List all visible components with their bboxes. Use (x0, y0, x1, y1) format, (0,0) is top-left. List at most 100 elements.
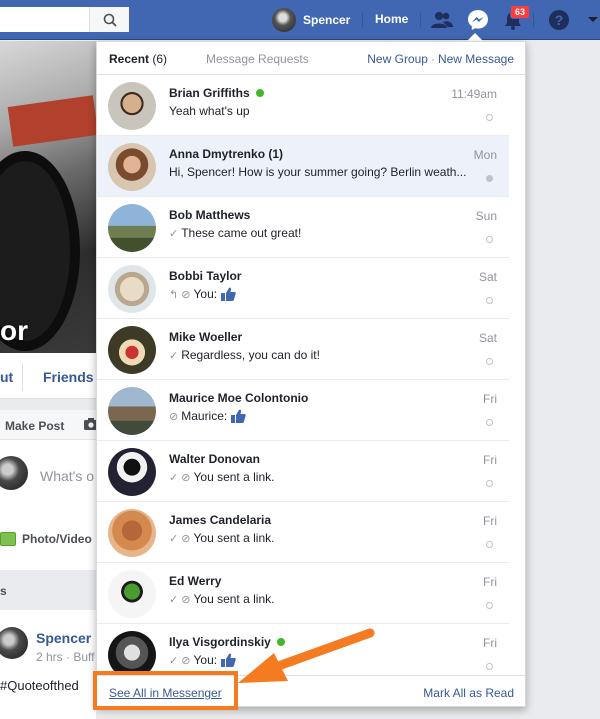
message-time: 11:49am (451, 87, 497, 101)
message-snippet: ⊘ Maurice: (169, 409, 469, 423)
top-navigation-bar: Spencer Home 63 ? (0, 0, 600, 40)
message-snippet: ✓ ⊘ You sent a link. (169, 592, 469, 606)
conversation-name: Ed Werry (169, 574, 221, 588)
message-status-icon: ✓ (169, 227, 179, 240)
conversation-list[interactable]: Brian Griffiths Yeah what's up 11:49am Anna… (97, 75, 509, 673)
conversation-row[interactable]: James Candelaria ✓ ⊘ You sent a link. Fri (97, 502, 509, 563)
mark-read-toggle[interactable] (486, 541, 493, 548)
message-status-icon: ✓ ⊘ (169, 654, 191, 667)
right-column (520, 41, 600, 719)
help-button[interactable]: ? (546, 8, 572, 32)
conversation-row[interactable]: Maurice Moe Colontonio ⊘ Maurice: Fri (97, 380, 509, 441)
conversation-name: James Candelaria (169, 513, 271, 527)
messenger-button[interactable] (465, 8, 491, 32)
mark-read-toggle[interactable] (486, 175, 493, 182)
mark-read-toggle[interactable] (486, 602, 493, 609)
tab-about[interactable]: ut (0, 369, 13, 385)
tab-recent-label: Recent (109, 52, 150, 66)
message-snippet: ↰ ⊘ You: (169, 287, 469, 301)
mark-read-toggle[interactable] (486, 358, 493, 365)
mark-read-toggle[interactable] (486, 114, 493, 121)
message-snippet: Yeah what's up (169, 104, 469, 118)
conversation-name: Brian Griffiths (169, 86, 264, 100)
profile-link[interactable]: Spencer (272, 7, 350, 33)
conversation-name: Anna Dmytrenko (1) (169, 147, 283, 161)
composer-input[interactable]: What's o (40, 468, 94, 484)
message-time: Sun (475, 209, 497, 223)
account-menu-caret[interactable] (588, 17, 598, 22)
contact-name: James Candelaria (169, 513, 272, 527)
scrollbar[interactable] (510, 78, 513, 670)
conversation-row[interactable]: Brian Griffiths Yeah what's up 11:49am (97, 75, 509, 136)
online-status-icon (255, 89, 264, 97)
make-post-tab[interactable]: Make Post (5, 419, 64, 433)
snippet-text: Maurice: (181, 409, 228, 423)
search-input[interactable] (0, 7, 129, 32)
post-hashtag[interactable]: #Quoteofthed (0, 678, 79, 693)
home-link[interactable]: Home (375, 12, 408, 26)
contact-name: Bob Matthews (169, 208, 251, 222)
tab-message-requests[interactable]: Message Requests (206, 52, 309, 66)
message-time: Sat (478, 331, 497, 345)
mark-read-toggle[interactable] (486, 663, 493, 670)
snippet-text: Yeah what's up (169, 104, 250, 118)
nav-divider (533, 12, 534, 28)
photo-video-button[interactable]: Photo/Video (0, 528, 92, 550)
mark-read-toggle[interactable] (486, 480, 493, 487)
header-actions: New Group · New Message (367, 52, 514, 66)
avatar (108, 631, 156, 673)
snippet-text: These came out great! (181, 226, 302, 240)
mark-read-toggle[interactable] (486, 419, 493, 426)
message-time: Fri (483, 575, 497, 589)
snippet-text: You sent a link. (193, 470, 275, 484)
friends-icon (431, 12, 453, 28)
conversation-name: Mike Woeller (169, 330, 242, 344)
mark-read-toggle[interactable] (486, 236, 493, 243)
mark-read-toggle[interactable] (486, 297, 493, 304)
photo-video-label: Photo/Video (22, 532, 92, 546)
snippet-text: You: (193, 287, 218, 301)
snippet-text: Regardless, you can do it! (181, 348, 320, 362)
conversation-row[interactable]: Bob Matthews ✓ These came out great! Sun (97, 197, 509, 258)
avatar (108, 326, 156, 374)
mark-all-read-link[interactable]: Mark All as Read (423, 686, 514, 700)
conversation-row[interactable]: Mike Woeller ✓ Regardless, you can do it! S… (97, 319, 509, 380)
tab-recent[interactable]: Recent (6) (109, 52, 167, 66)
conversation-name: Maurice Moe Colontonio (169, 391, 308, 405)
conversation-row[interactable]: Ed Werry ✓ ⊘ You sent a link. Fri (97, 563, 509, 624)
message-time: Mon (473, 148, 497, 162)
message-status-icon: ✓ ⊘ (169, 471, 191, 484)
conversation-row[interactable]: Walter Donovan ✓ ⊘ You sent a link. Fri (97, 441, 509, 502)
svg-text:?: ? (555, 12, 564, 28)
avatar (108, 509, 156, 557)
avatar (108, 82, 156, 130)
avatar (108, 570, 156, 618)
avatar (0, 627, 28, 659)
message-time: Fri (483, 392, 497, 406)
post-meta: 2 hrs · Buff (36, 650, 95, 664)
thumbs-up-icon (231, 409, 246, 423)
contact-name: Walter Donovan (169, 452, 260, 466)
conversation-row[interactable]: Anna Dmytrenko (1) Hi, Spencer! How is yo… (97, 136, 509, 197)
message-time: Fri (483, 514, 497, 528)
contact-name: Anna Dmytrenko (1) (169, 147, 284, 161)
tab-divider (22, 363, 23, 391)
post-author[interactable]: Spencer (36, 630, 91, 646)
conversation-name: Bob Matthews (169, 208, 250, 222)
new-group-link[interactable]: New Group (367, 52, 428, 66)
message-status-icon: ✓ ⊘ (169, 593, 191, 606)
friend-requests-button[interactable] (429, 8, 455, 32)
conversation-row[interactable]: Bobbi Taylor ↰ ⊘ You: Sat (97, 258, 509, 319)
feed-post: Spencer 2 hrs · Buff #Quoteofthed (0, 610, 96, 719)
avatar (108, 387, 156, 435)
tab-friends[interactable]: Friends (43, 369, 94, 385)
search-button[interactable] (89, 7, 129, 32)
feed-section-label: s (0, 584, 7, 598)
message-time: Fri (483, 453, 497, 467)
new-message-link[interactable]: New Message (438, 52, 514, 66)
separator: · (430, 52, 435, 66)
message-snippet: ✓ ⊘ You sent a link. (169, 531, 469, 545)
cover-car-body (7, 95, 96, 147)
profile-name: Spencer (303, 13, 351, 27)
contact-name: Ed Werry (169, 574, 222, 588)
